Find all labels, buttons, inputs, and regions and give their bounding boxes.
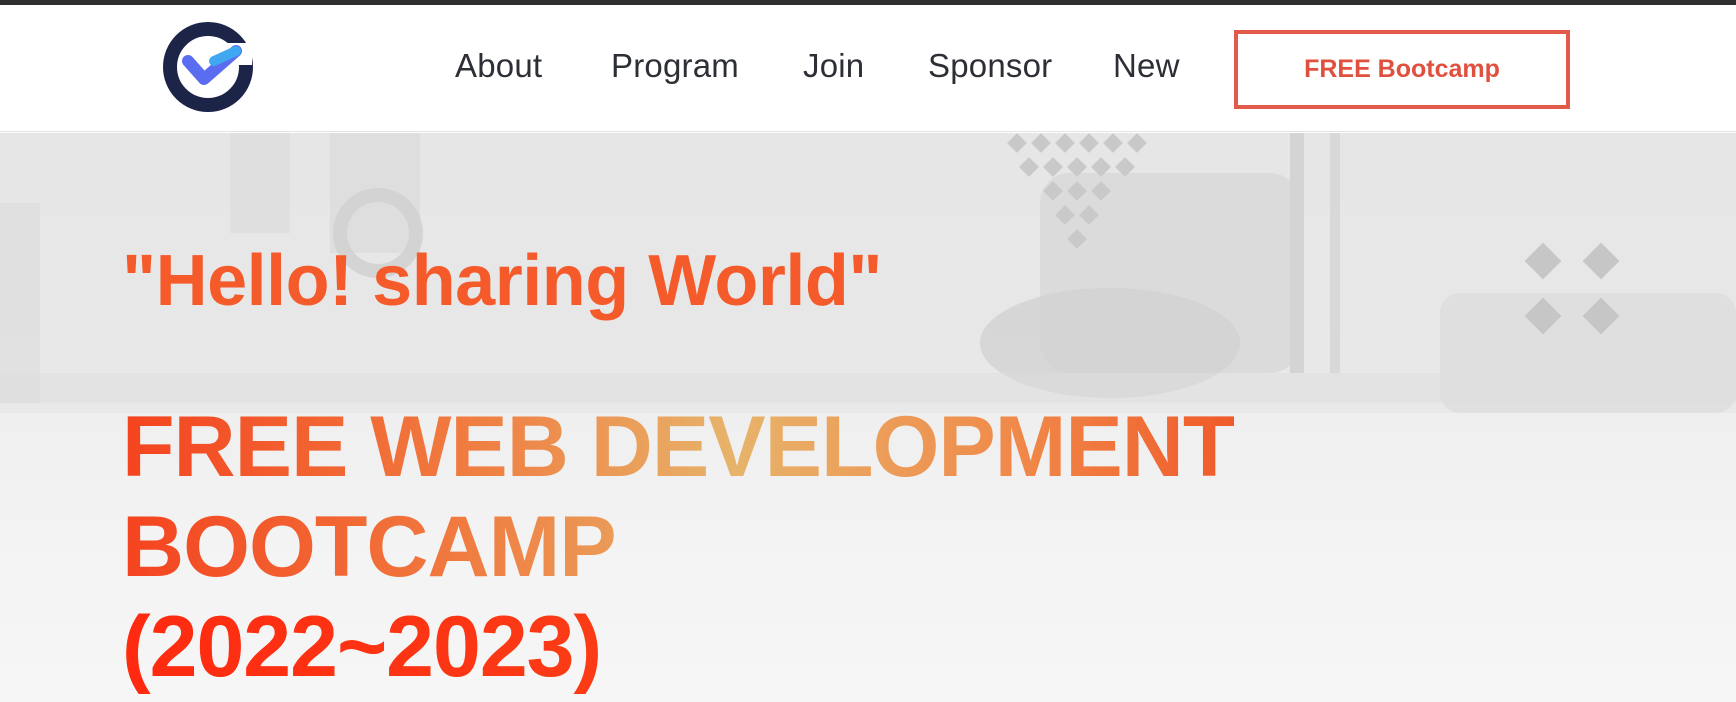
hero-tagline: "Hello! sharing World" [122, 241, 882, 321]
nav-item-new[interactable]: New [1113, 47, 1180, 85]
nav-item-program[interactable]: Program [611, 47, 739, 85]
headline-line-2: BOOTCAMP [122, 499, 616, 595]
logo-icon [163, 22, 253, 112]
headline-line-1: FREE WEB DEVELOPMENT [122, 399, 1235, 495]
free-bootcamp-button[interactable]: FREE Bootcamp [1234, 30, 1570, 109]
headline-line-3: (2022~2023) [122, 597, 1234, 697]
site-header: About Program Join Sponsor New FREE Boot… [0, 5, 1736, 132]
brand-logo[interactable] [162, 21, 254, 113]
nav-item-about[interactable]: About [455, 47, 542, 85]
nav-item-sponsor[interactable]: Sponsor [928, 47, 1052, 85]
hero-section: "Hello! sharing World" FREE WEB DEVELOPM… [0, 133, 1736, 702]
nav-item-join[interactable]: Join [803, 47, 864, 85]
hero-headline: FREE WEB DEVELOPMENT BOOTCAMP (2022~2023… [122, 397, 1234, 697]
